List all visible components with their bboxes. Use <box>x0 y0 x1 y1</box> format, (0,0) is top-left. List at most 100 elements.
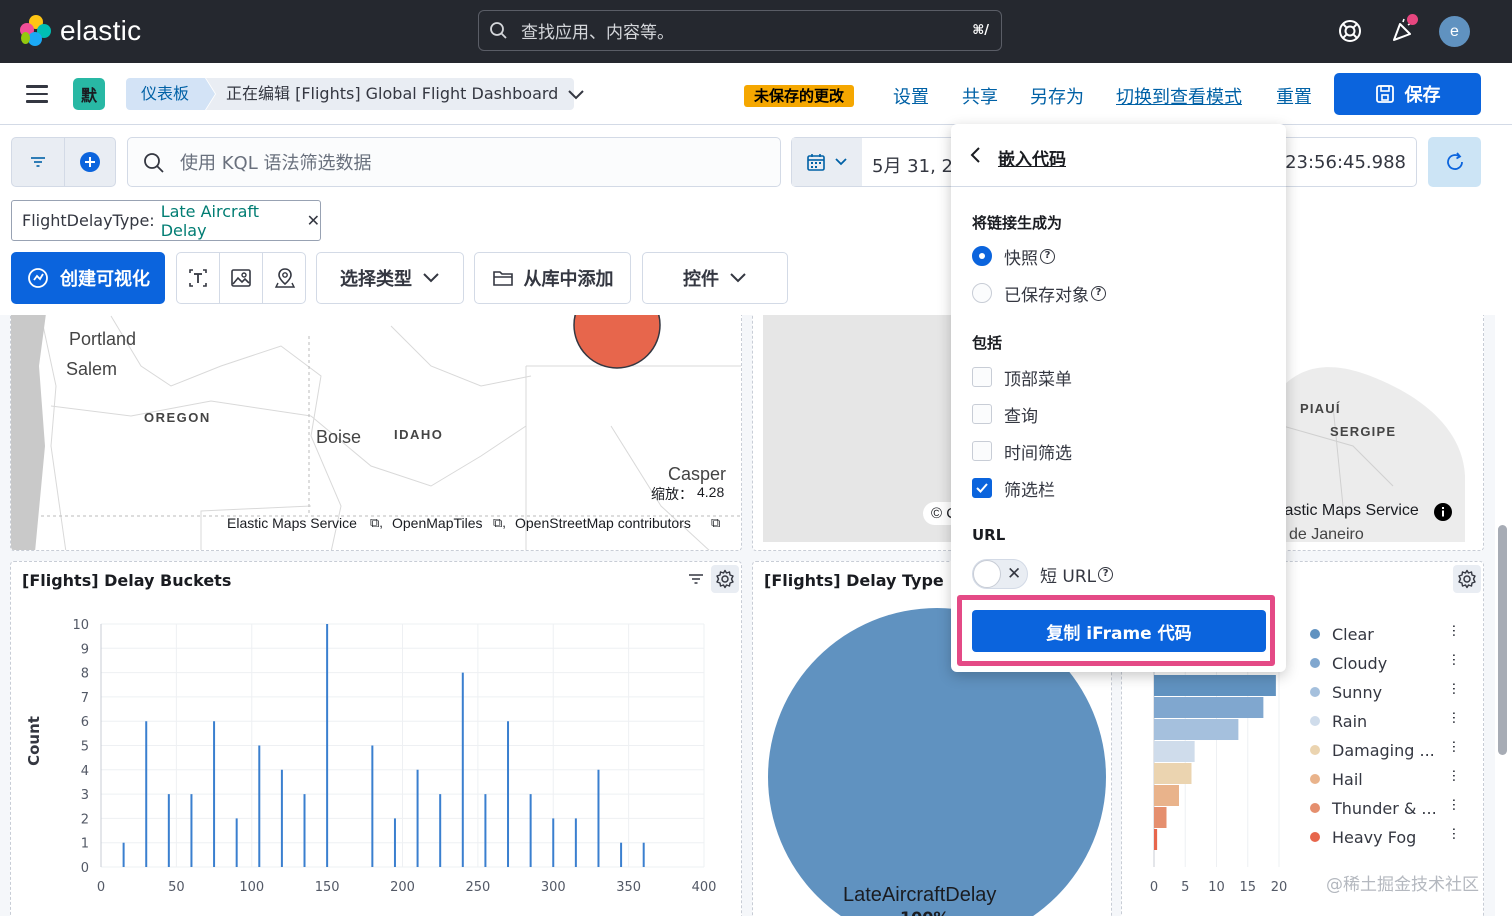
more-options-icon[interactable]: ··· <box>1445 827 1461 840</box>
legend-item[interactable]: Rain ··· <box>1310 711 1461 731</box>
checkbox-top-menu-control[interactable] <box>972 367 992 387</box>
weather-bar[interactable] <box>1154 829 1158 850</box>
checkbox-filter-bar[interactable]: 筛选栏 <box>972 477 1055 501</box>
y-tick-label: 0 <box>81 861 89 876</box>
add-filter-icon[interactable] <box>79 151 101 173</box>
map-label-sergipe: SERGIPE <box>1330 424 1397 439</box>
more-options-icon[interactable]: ··· <box>1445 624 1461 637</box>
legend-item[interactable]: Thunder & ... ··· <box>1310 798 1461 818</box>
weather-bar[interactable] <box>1154 785 1179 806</box>
kql-search-input[interactable]: 使用 KQL 语法筛选数据 <box>127 137 781 187</box>
legend-item[interactable]: Hail ··· <box>1310 769 1461 789</box>
legend-color-dot <box>1310 629 1320 639</box>
add-text-button[interactable] <box>177 253 220 303</box>
more-options-icon[interactable]: ··· <box>1445 653 1461 666</box>
elastic-logo-icon <box>20 15 52 47</box>
page-scrollbar[interactable] <box>1495 315 1512 916</box>
radio-saved-object-control[interactable] <box>972 283 992 303</box>
checkbox-query[interactable]: 查询 <box>972 403 1038 427</box>
share-link[interactable]: 共享 <box>962 83 998 109</box>
select-type-button[interactable]: 选择类型 <box>316 252 464 304</box>
legend-item[interactable]: Heavy Fog ··· <box>1310 827 1461 847</box>
add-from-library-button[interactable]: 从库中添加 <box>474 252 631 304</box>
controls-button[interactable]: 控件 <box>642 252 788 304</box>
generate-as-label: 将链接生成为 <box>972 214 1063 232</box>
attribution-elastic-maps[interactable]: lastic Maps Service <box>1281 502 1419 520</box>
radio-snapshot-control[interactable] <box>972 246 992 266</box>
refresh-button[interactable] <box>1428 137 1481 187</box>
weather-bar[interactable] <box>1154 697 1264 718</box>
map-label-piaui: PIAUÍ <box>1300 401 1341 416</box>
elastic-logo[interactable]: elastic <box>20 14 141 48</box>
reset-link[interactable]: 重置 <box>1276 83 1312 109</box>
create-visualization-button[interactable]: 创建可视化 <box>11 252 165 304</box>
x-tick-label: 0 <box>1150 880 1158 895</box>
space-avatar[interactable]: 默 <box>73 78 105 110</box>
switch-to-view-mode-link[interactable]: 切换到查看模式 <box>1116 83 1242 109</box>
delay-buckets-panel[interactable]: [Flights] Delay Buckets Count 0 50 100 150 2… <box>10 561 742 916</box>
brand-name: elastic <box>60 15 142 46</box>
controls-label: 控件 <box>683 269 719 290</box>
add-map-button[interactable] <box>263 253 306 303</box>
weather-bar[interactable] <box>1154 763 1192 784</box>
map-label-salem: Salem <box>66 359 118 379</box>
more-options-icon[interactable]: ··· <box>1445 798 1461 811</box>
legend-color-dot <box>1310 658 1320 668</box>
filter-pill[interactable]: FlightDelayType: Late Aircraft Delay ✕ <box>11 200 321 241</box>
checkbox-query-control[interactable] <box>972 404 992 424</box>
save-as-link[interactable]: 另存为 <box>1030 83 1084 109</box>
map-label-boise: Boise <box>316 427 362 447</box>
popover-title[interactable]: 嵌入代码 <box>998 145 1066 170</box>
help-icon[interactable]: ? <box>1098 566 1114 582</box>
more-options-icon[interactable]: ··· <box>1445 682 1461 695</box>
add-image-button[interactable] <box>220 253 263 303</box>
legend-item[interactable]: Cloudy ··· <box>1310 653 1461 673</box>
info-icon[interactable] <box>1433 502 1453 522</box>
close-icon[interactable]: ✕ <box>307 211 320 230</box>
chevron-down-icon[interactable] <box>566 85 586 103</box>
map-label-casper: Casper <box>668 464 727 484</box>
checkbox-time-filter[interactable]: 时间筛选 <box>972 440 1072 464</box>
legend-item[interactable]: Sunny ··· <box>1310 682 1461 702</box>
short-url-toggle[interactable]: ✕ <box>972 559 1028 589</box>
filter-icon[interactable] <box>29 154 47 170</box>
legend-item[interactable]: Damaging ... ··· <box>1310 740 1461 760</box>
create-viz-icon <box>28 268 48 288</box>
short-url-switch[interactable]: ✕ 短 URL ? <box>972 559 1114 589</box>
weather-bar[interactable] <box>1154 741 1195 762</box>
map-panel-left[interactable]: Portland Salem OREGON Boise IDAHO Casper… <box>10 315 742 551</box>
x-tick-label: 200 <box>390 880 415 895</box>
user-avatar[interactable]: e <box>1439 16 1470 47</box>
date-end[interactable]: 23:56:45.988 <box>1285 152 1406 173</box>
attribution-elastic-maps[interactable]: Elastic Maps Service <box>227 515 357 531</box>
copy-iframe-code-button[interactable]: 复制 iFrame 代码 <box>972 610 1266 652</box>
help-icon[interactable]: ? <box>1091 285 1106 301</box>
help-icon[interactable]: ? <box>1040 248 1055 264</box>
chevron-left-icon[interactable] <box>969 146 983 164</box>
attribution-osm[interactable]: OpenStreetMap contributors <box>515 515 691 531</box>
checkbox-filter-bar-control[interactable] <box>972 478 992 498</box>
checkbox-top-menu[interactable]: 顶部菜单 <box>972 366 1072 390</box>
more-options-icon[interactable]: ··· <box>1445 740 1461 753</box>
help-icon[interactable] <box>1335 16 1365 46</box>
legend-color-dot <box>1310 716 1320 726</box>
legend-item[interactable]: Clear ··· <box>1310 624 1461 644</box>
settings-link[interactable]: 设置 <box>893 83 929 109</box>
weather-bar[interactable] <box>1154 675 1276 696</box>
legend-color-dot <box>1310 687 1320 697</box>
weather-bar[interactable] <box>1154 719 1239 740</box>
attribution-openmaptiles[interactable]: OpenMapTiles <box>392 515 483 531</box>
global-search-input[interactable]: 查找应用、内容等。 ⌘/ <box>478 10 1002 51</box>
more-options-icon[interactable]: ··· <box>1445 769 1461 782</box>
quick-select-button[interactable] <box>792 138 862 186</box>
radio-saved-object[interactable]: 已保存对象 ? <box>972 282 1106 306</box>
legend-label: Clear <box>1332 624 1374 644</box>
radio-snapshot[interactable]: 快照 ? <box>972 245 1055 269</box>
menu-icon[interactable] <box>26 85 48 103</box>
weather-bar[interactable] <box>1154 807 1167 828</box>
scrollbar-thumb[interactable] <box>1498 525 1507 755</box>
checkbox-time-filter-control[interactable] <box>972 441 992 461</box>
more-options-icon[interactable]: ··· <box>1445 711 1461 724</box>
save-button[interactable]: 保存 <box>1334 73 1481 115</box>
breadcrumb-dashboards[interactable]: 仪表板 <box>126 78 215 110</box>
